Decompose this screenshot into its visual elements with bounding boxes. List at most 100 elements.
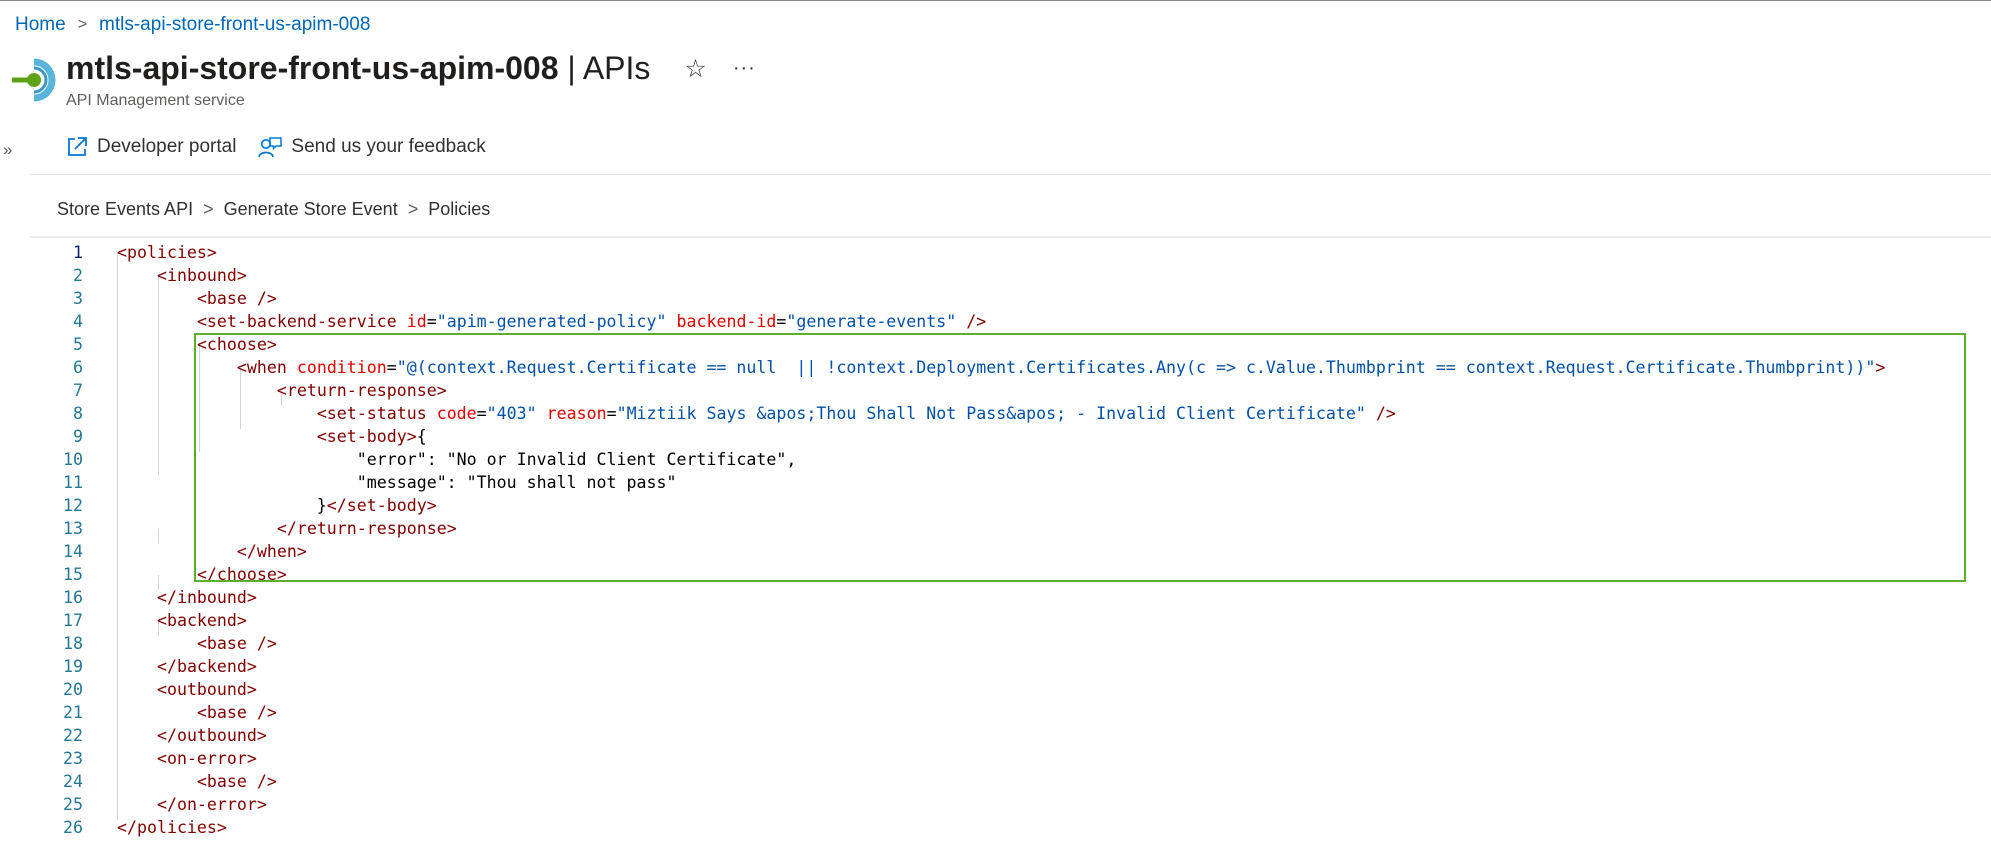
breadcrumb-current-link[interactable]: mtls-api-store-front-us-apim-008: [99, 14, 370, 36]
code-text: </return-response>: [117, 517, 457, 540]
code-token: }: [117, 496, 327, 515]
line-number: 25: [63, 795, 83, 814]
code-token: backend-id: [676, 312, 777, 331]
code-token: "generate-events": [786, 312, 957, 331]
line-number: 9: [73, 427, 83, 446]
page-title: mtls-api-store-front-us-apim-008 | APIs: [66, 50, 651, 86]
line-number: 4: [73, 312, 83, 331]
code-text: "error": "No or Invalid Client Certifica…: [117, 448, 797, 471]
line-number: 12: [63, 496, 83, 515]
toolbar: Developer portal Send us your feedback: [66, 136, 486, 158]
line-number: 7: [73, 381, 83, 400]
code-token: id: [406, 312, 427, 331]
line-number: 18: [63, 634, 83, 653]
code-token: "403": [486, 404, 537, 423]
code-token: </inbound>: [156, 588, 257, 607]
favorite-star-icon[interactable]: ☆: [684, 54, 706, 84]
code-text: <base />: [117, 701, 277, 724]
line-number: 11: [63, 473, 83, 492]
code-token: <policies>: [117, 243, 217, 262]
code-token: "error": "No or Invalid Client Certifica…: [117, 450, 797, 469]
code-text: <return-response>: [117, 379, 447, 402]
code-token: <return-response>: [276, 381, 447, 400]
code-text: <choose>: [117, 333, 277, 356]
code-token: </return-response>: [276, 519, 457, 538]
code-text: <base />: [117, 632, 277, 655]
line-number: 19: [63, 657, 83, 676]
code-text: <base />: [117, 287, 277, 310]
code-token: <base />: [196, 289, 277, 308]
code-text: <on-error>: [117, 747, 257, 770]
feedback-label: Send us your feedback: [291, 136, 486, 157]
line-number: 20: [63, 680, 83, 699]
breadcrumb: Home > mtls-api-store-front-us-apim-008: [15, 14, 370, 36]
line-number: 2: [73, 266, 83, 285]
line-number: 1: [73, 243, 83, 262]
code-text: <base />: [117, 770, 277, 793]
code-token: "Miztiik Says &apos;Thou Shall Not Pass&…: [616, 404, 1366, 423]
code-text: <set-body>{: [117, 425, 427, 448]
expand-sidebar-icon[interactable]: »: [3, 140, 12, 160]
code-text: </choose>: [117, 563, 287, 586]
code-token: />: [1365, 404, 1396, 423]
code-token: <on-error>: [156, 749, 257, 768]
developer-portal-button[interactable]: Developer portal: [66, 136, 236, 158]
line-number: 23: [63, 749, 83, 768]
api-management-logo-icon: [12, 58, 56, 102]
toolbar-divider: [30, 174, 1991, 175]
code-text: "message": "Thou shall not pass": [117, 471, 677, 494]
code-text: <outbound>: [117, 678, 257, 701]
breadcrumb-home-link[interactable]: Home: [15, 14, 66, 36]
code-token: <base />: [196, 634, 277, 653]
line-number: 26: [63, 818, 83, 837]
api-breadcrumb-api[interactable]: Store Events API: [57, 199, 193, 220]
code-token: =: [386, 358, 397, 377]
code-token: "message": "Thou shall not pass": [117, 473, 677, 492]
policy-code-editor[interactable]: 1 <policies> 2 <inbound> 3 <base /> 4 <set-b…: [30, 238, 1991, 838]
page-header: mtls-api-store-front-us-apim-008 | APIs …: [66, 50, 756, 87]
code-token: {: [416, 427, 427, 446]
line-number: 15: [63, 565, 83, 584]
code-text: <inbound>: [117, 264, 247, 287]
code-token: <set-status: [316, 404, 437, 423]
code-text: </on-error>: [117, 793, 267, 816]
api-breadcrumb-separator: >: [407, 199, 419, 219]
feedback-button[interactable]: Send us your feedback: [258, 136, 486, 158]
code-text: <policies>: [117, 241, 217, 264]
code-token: code: [436, 404, 477, 423]
code-text: <backend>: [117, 609, 247, 632]
code-token: =: [606, 404, 617, 423]
api-breadcrumb-separator: >: [203, 199, 214, 219]
code-token: reason: [546, 404, 607, 423]
code-text: <set-backend-service id="apim-generated-…: [117, 310, 986, 333]
more-options-icon[interactable]: ···: [733, 57, 756, 80]
code-token: </policies>: [117, 818, 227, 837]
code-token: <set-backend-service: [196, 312, 407, 331]
code-text: }</set-body>: [117, 494, 437, 517]
feedback-person-icon: [258, 137, 283, 158]
code-token: </set-body>: [326, 496, 437, 515]
code-text: </when>: [117, 540, 307, 563]
line-number: 6: [73, 358, 83, 377]
api-breadcrumb-section: Policies: [428, 199, 491, 219]
code-token: </outbound>: [156, 726, 267, 745]
line-number: 16: [63, 588, 83, 607]
code-token: >: [1875, 358, 1886, 377]
line-number: 14: [63, 542, 83, 561]
api-breadcrumb-operation[interactable]: Generate Store Event: [224, 199, 398, 220]
